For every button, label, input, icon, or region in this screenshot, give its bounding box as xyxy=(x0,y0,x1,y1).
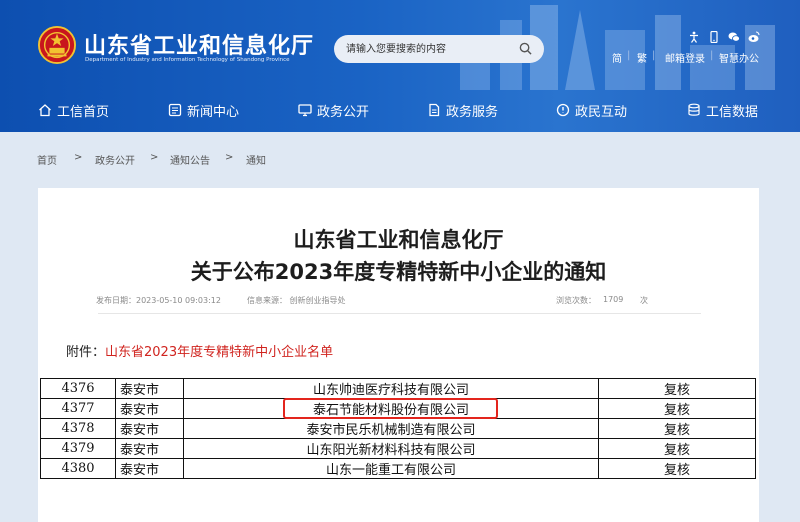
divider xyxy=(98,313,701,314)
table-row: 4378 泰安市 泰安市民乐机械制造有限公司 复核 xyxy=(40,418,756,439)
row-status: 复核 xyxy=(598,458,756,479)
home-icon xyxy=(39,104,51,117)
article-title-line2: 关于公布2023年度专精特新中小企业的通知 xyxy=(190,260,607,284)
breadcrumb-current[interactable]: 通知 xyxy=(246,152,266,167)
divider: | xyxy=(710,50,714,61)
nav-label: 政务服务 xyxy=(446,105,499,120)
row-city: 泰安市 xyxy=(115,438,184,459)
row-number: 4378 xyxy=(40,418,116,439)
attachment-label: 附件： xyxy=(66,345,106,360)
national-emblem-icon xyxy=(38,26,76,64)
breadcrumb-separator: > xyxy=(225,152,234,163)
row-status: 复核 xyxy=(598,418,756,439)
breadcrumb-home[interactable]: 首页 xyxy=(37,152,57,167)
row-number: 4379 xyxy=(40,438,116,459)
divider: | xyxy=(652,50,656,61)
nav-label: 政民互动 xyxy=(575,105,628,120)
row-status: 复核 xyxy=(598,398,756,419)
simplified-link[interactable]: 简 xyxy=(612,50,622,65)
weibo-icon[interactable] xyxy=(748,28,760,42)
info-source: 信息来源： 创新创业指导处 xyxy=(247,296,346,305)
breadcrumb-gov-affairs[interactable]: 政务公开 xyxy=(95,152,135,167)
row-company: 泰安市民乐机械制造有限公司 xyxy=(183,418,599,439)
table-row: 4376 泰安市 山东帅迪医疗科技有限公司 复核 xyxy=(40,378,756,399)
site-header: 山东省工业和信息化厅 Department of Industry and In… xyxy=(0,0,800,132)
row-city: 泰安市 xyxy=(115,458,184,479)
breadcrumb-separator: > xyxy=(150,152,159,163)
smart-office-link[interactable]: 智慧办公 xyxy=(719,50,759,65)
accessibility-icon[interactable] xyxy=(688,28,700,43)
row-company: 山东帅迪医疗科技有限公司 xyxy=(183,378,599,399)
publish-date: 发布日期：2023-05-10 09:03:12 xyxy=(96,296,221,305)
document-icon xyxy=(429,103,440,117)
nav-label: 新闻中心 xyxy=(187,105,240,120)
highlight-box xyxy=(283,398,498,419)
wechat-icon[interactable] xyxy=(728,28,740,42)
mobile-icon[interactable] xyxy=(708,28,720,44)
email-login-link[interactable]: 邮箱登录 xyxy=(665,50,705,65)
search-box xyxy=(334,35,544,63)
row-status: 复核 xyxy=(598,438,756,459)
row-number: 4380 xyxy=(40,458,116,479)
row-company: 山东阳光新材料科技有限公司 xyxy=(183,438,599,459)
breadcrumb-notices[interactable]: 通知公告 xyxy=(170,152,210,167)
attachment-link[interactable]: 山东省2023年度专精特新中小企业名单 xyxy=(105,345,333,360)
site-subtitle: Department of Industry and Information T… xyxy=(85,57,290,63)
article-title-line1: 山东省工业和信息化厅 xyxy=(293,228,504,252)
main-nav: 工信首页 新闻中心 政务公开 政务服务 政民互动 工信数据 xyxy=(0,95,800,125)
news-icon xyxy=(168,103,182,117)
site-title[interactable]: 山东省工业和信息化厅 xyxy=(84,28,314,60)
attachment: 附件：山东省2023年度专精特新中小企业名单 xyxy=(66,341,333,360)
row-city: 泰安市 xyxy=(115,398,184,419)
database-icon xyxy=(688,103,700,116)
row-city: 泰安市 xyxy=(115,418,184,439)
row-number: 4376 xyxy=(40,378,116,399)
views-label: 浏览次数： xyxy=(556,296,596,305)
tool-icons xyxy=(688,28,768,44)
chat-icon xyxy=(556,103,570,117)
company-table: 4376 泰安市 山东帅迪医疗科技有限公司 复核 4377 泰安市 泰石节能材料… xyxy=(40,378,756,479)
views-count: 1709 xyxy=(603,295,624,304)
row-company: 山东一能重工有限公司 xyxy=(183,458,599,479)
row-status: 复核 xyxy=(598,378,756,399)
table-row: 4380 泰安市 山东一能重工有限公司 复核 xyxy=(40,458,756,479)
divider: | xyxy=(627,50,631,61)
nav-label: 工信数据 xyxy=(706,105,759,120)
table-row: 4379 泰安市 山东阳光新材料科技有限公司 复核 xyxy=(40,438,756,459)
monitor-icon xyxy=(298,104,312,117)
article-card: 山东省工业和信息化厅 关于公布2023年度专精特新中小企业的通知 发布日期：20… xyxy=(38,188,759,522)
search-icon[interactable] xyxy=(519,42,532,55)
breadcrumb-separator: > xyxy=(74,152,83,163)
row-city: 泰安市 xyxy=(115,378,184,399)
nav-label: 政务公开 xyxy=(317,105,370,120)
nav-label: 工信首页 xyxy=(57,105,110,120)
views-unit: 次 xyxy=(640,296,648,305)
traditional-link[interactable]: 繁 xyxy=(637,50,647,65)
tool-links: 简 | 繁 | 邮箱登录 | 智慧办公 xyxy=(612,50,772,65)
search-input[interactable] xyxy=(346,41,516,57)
row-number: 4377 xyxy=(40,398,116,419)
